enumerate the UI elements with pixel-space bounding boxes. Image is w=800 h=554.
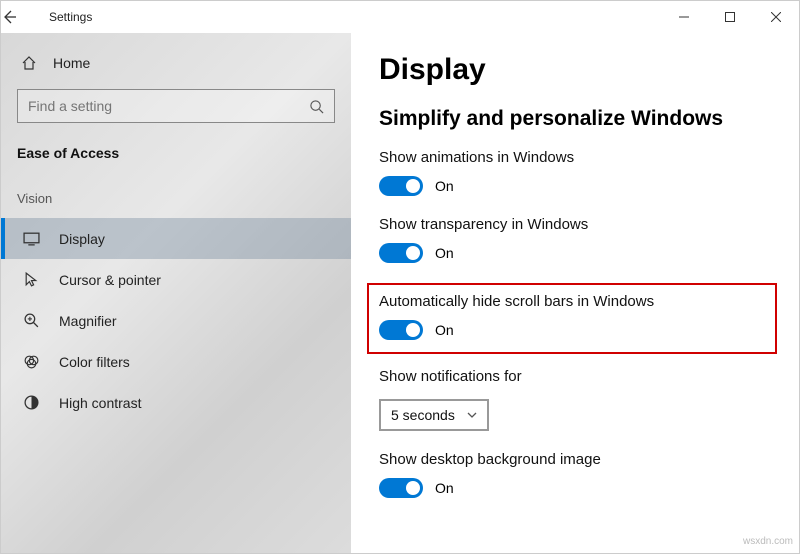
search-box[interactable]: [17, 89, 335, 123]
cursor-icon: [23, 271, 41, 288]
sidebar: Home Ease of Access Vision Display Curso…: [1, 33, 351, 553]
setting-label: Show transparency in Windows: [379, 216, 771, 233]
sidebar-item-color-filters[interactable]: Color filters: [1, 341, 351, 382]
section-heading: Simplify and personalize Windows: [379, 107, 771, 131]
minimize-button[interactable]: [661, 1, 707, 33]
toggle-hide-scroll[interactable]: [379, 320, 423, 340]
toggle-desktop-bg[interactable]: [379, 478, 423, 498]
home-button[interactable]: Home: [1, 45, 351, 81]
chevron-down-icon: [467, 410, 477, 420]
titlebar: Settings: [1, 1, 799, 33]
setting-label: Automatically hide scroll bars in Window…: [379, 293, 765, 310]
toggle-state: On: [435, 178, 454, 194]
setting-transparency: Show transparency in Windows On: [379, 216, 771, 263]
toggle-animations[interactable]: [379, 176, 423, 196]
window-title: Settings: [49, 10, 92, 24]
sidebar-item-label: Color filters: [59, 354, 130, 370]
setting-label: Show animations in Windows: [379, 149, 771, 166]
content-pane: Display Simplify and personalize Windows…: [351, 33, 799, 553]
group-heading: Vision: [1, 175, 351, 218]
back-button[interactable]: [1, 9, 45, 25]
color-filters-icon: [23, 353, 41, 370]
setting-label: Show desktop background image: [379, 451, 771, 468]
search-input[interactable]: [28, 98, 280, 114]
home-label: Home: [53, 55, 90, 71]
toggle-state: On: [435, 245, 454, 261]
page-title: Display: [379, 53, 771, 87]
close-button[interactable]: [753, 1, 799, 33]
notifications-dropdown[interactable]: 5 seconds: [379, 399, 489, 431]
highlighted-setting: Automatically hide scroll bars in Window…: [367, 283, 777, 354]
toggle-state: On: [435, 322, 454, 338]
sidebar-item-cursor[interactable]: Cursor & pointer: [1, 259, 351, 300]
high-contrast-icon: [23, 394, 41, 411]
toggle-transparency[interactable]: [379, 243, 423, 263]
sidebar-item-label: High contrast: [59, 395, 141, 411]
sidebar-item-high-contrast[interactable]: High contrast: [1, 382, 351, 423]
sidebar-item-label: Cursor & pointer: [59, 272, 161, 288]
setting-label: Show notifications for: [379, 368, 771, 385]
home-icon: [21, 55, 37, 71]
setting-hide-scroll: Automatically hide scroll bars in Window…: [379, 293, 765, 340]
toggle-state: On: [435, 480, 454, 496]
sidebar-item-magnifier[interactable]: Magnifier: [1, 300, 351, 341]
magnifier-icon: [23, 312, 41, 329]
search-icon: [309, 99, 324, 114]
display-icon: [23, 230, 41, 247]
sidebar-item-label: Magnifier: [59, 313, 117, 329]
setting-desktop-bg: Show desktop background image On: [379, 451, 771, 498]
sidebar-item-display[interactable]: Display: [1, 218, 351, 259]
setting-animations: Show animations in Windows On: [379, 149, 771, 196]
dropdown-value: 5 seconds: [391, 407, 455, 423]
setting-notifications: Show notifications for 5 seconds: [379, 368, 771, 431]
maximize-button[interactable]: [707, 1, 753, 33]
category-heading: Ease of Access: [1, 141, 351, 175]
watermark: wsxdn.com: [743, 536, 793, 547]
sidebar-item-label: Display: [59, 231, 105, 247]
